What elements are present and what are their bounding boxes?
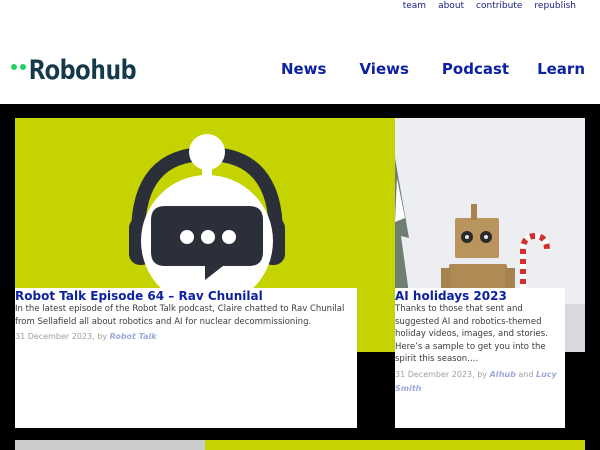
article-author-link[interactable]: Robot Talk xyxy=(110,332,157,341)
article-and: and xyxy=(515,369,536,379)
top-link-about[interactable]: about xyxy=(438,0,464,12)
article-by: , by xyxy=(92,332,110,341)
article-title[interactable]: AI holidays 2023 xyxy=(395,289,565,303)
featured-articles: Robot Talk Episode 64 – Rav Chunilal In … xyxy=(0,104,600,450)
article-date: 31 December 2023 xyxy=(15,332,93,341)
robohub-logo[interactable]: Robohub xyxy=(11,54,161,86)
top-links: team about contribute republish xyxy=(403,0,576,12)
logo-text: Robohub xyxy=(29,54,137,86)
article-card-robot-talk: Robot Talk Episode 64 – Rav Chunilal In … xyxy=(15,288,357,428)
nav-podcast[interactable]: Podcast xyxy=(442,60,509,78)
top-link-team[interactable]: team xyxy=(403,0,426,12)
nav-views[interactable]: Views xyxy=(359,60,408,78)
next-article-image[interactable] xyxy=(205,440,585,450)
article-by: , by xyxy=(472,369,490,379)
article-meta: 31 December 2023, by Robot Talk xyxy=(15,330,357,344)
top-link-republish[interactable]: republish xyxy=(534,0,576,12)
nav-news[interactable]: News xyxy=(281,60,327,78)
nav-learn[interactable]: Learn xyxy=(537,60,585,78)
main-nav: News Views Podcast Learn xyxy=(281,60,585,78)
article-meta: 31 December 2023, by AIhub and Lucy Smit… xyxy=(395,368,565,396)
article-excerpt: In the latest episode of the Robot Talk … xyxy=(15,304,345,327)
next-article-image[interactable] xyxy=(15,440,205,450)
article-title[interactable]: Robot Talk Episode 64 – Rav Chunilal xyxy=(15,289,357,303)
logo-dots xyxy=(11,64,26,70)
article-excerpt: Thanks to those that sent and suggested … xyxy=(395,304,548,364)
article-author-link[interactable]: AIhub xyxy=(490,370,516,379)
article-date: 31 December 2023 xyxy=(395,369,473,379)
article-card-ai-holidays: AI holidays 2023 Thanks to those that se… xyxy=(395,288,565,428)
top-link-contribute[interactable]: contribute xyxy=(476,0,522,12)
